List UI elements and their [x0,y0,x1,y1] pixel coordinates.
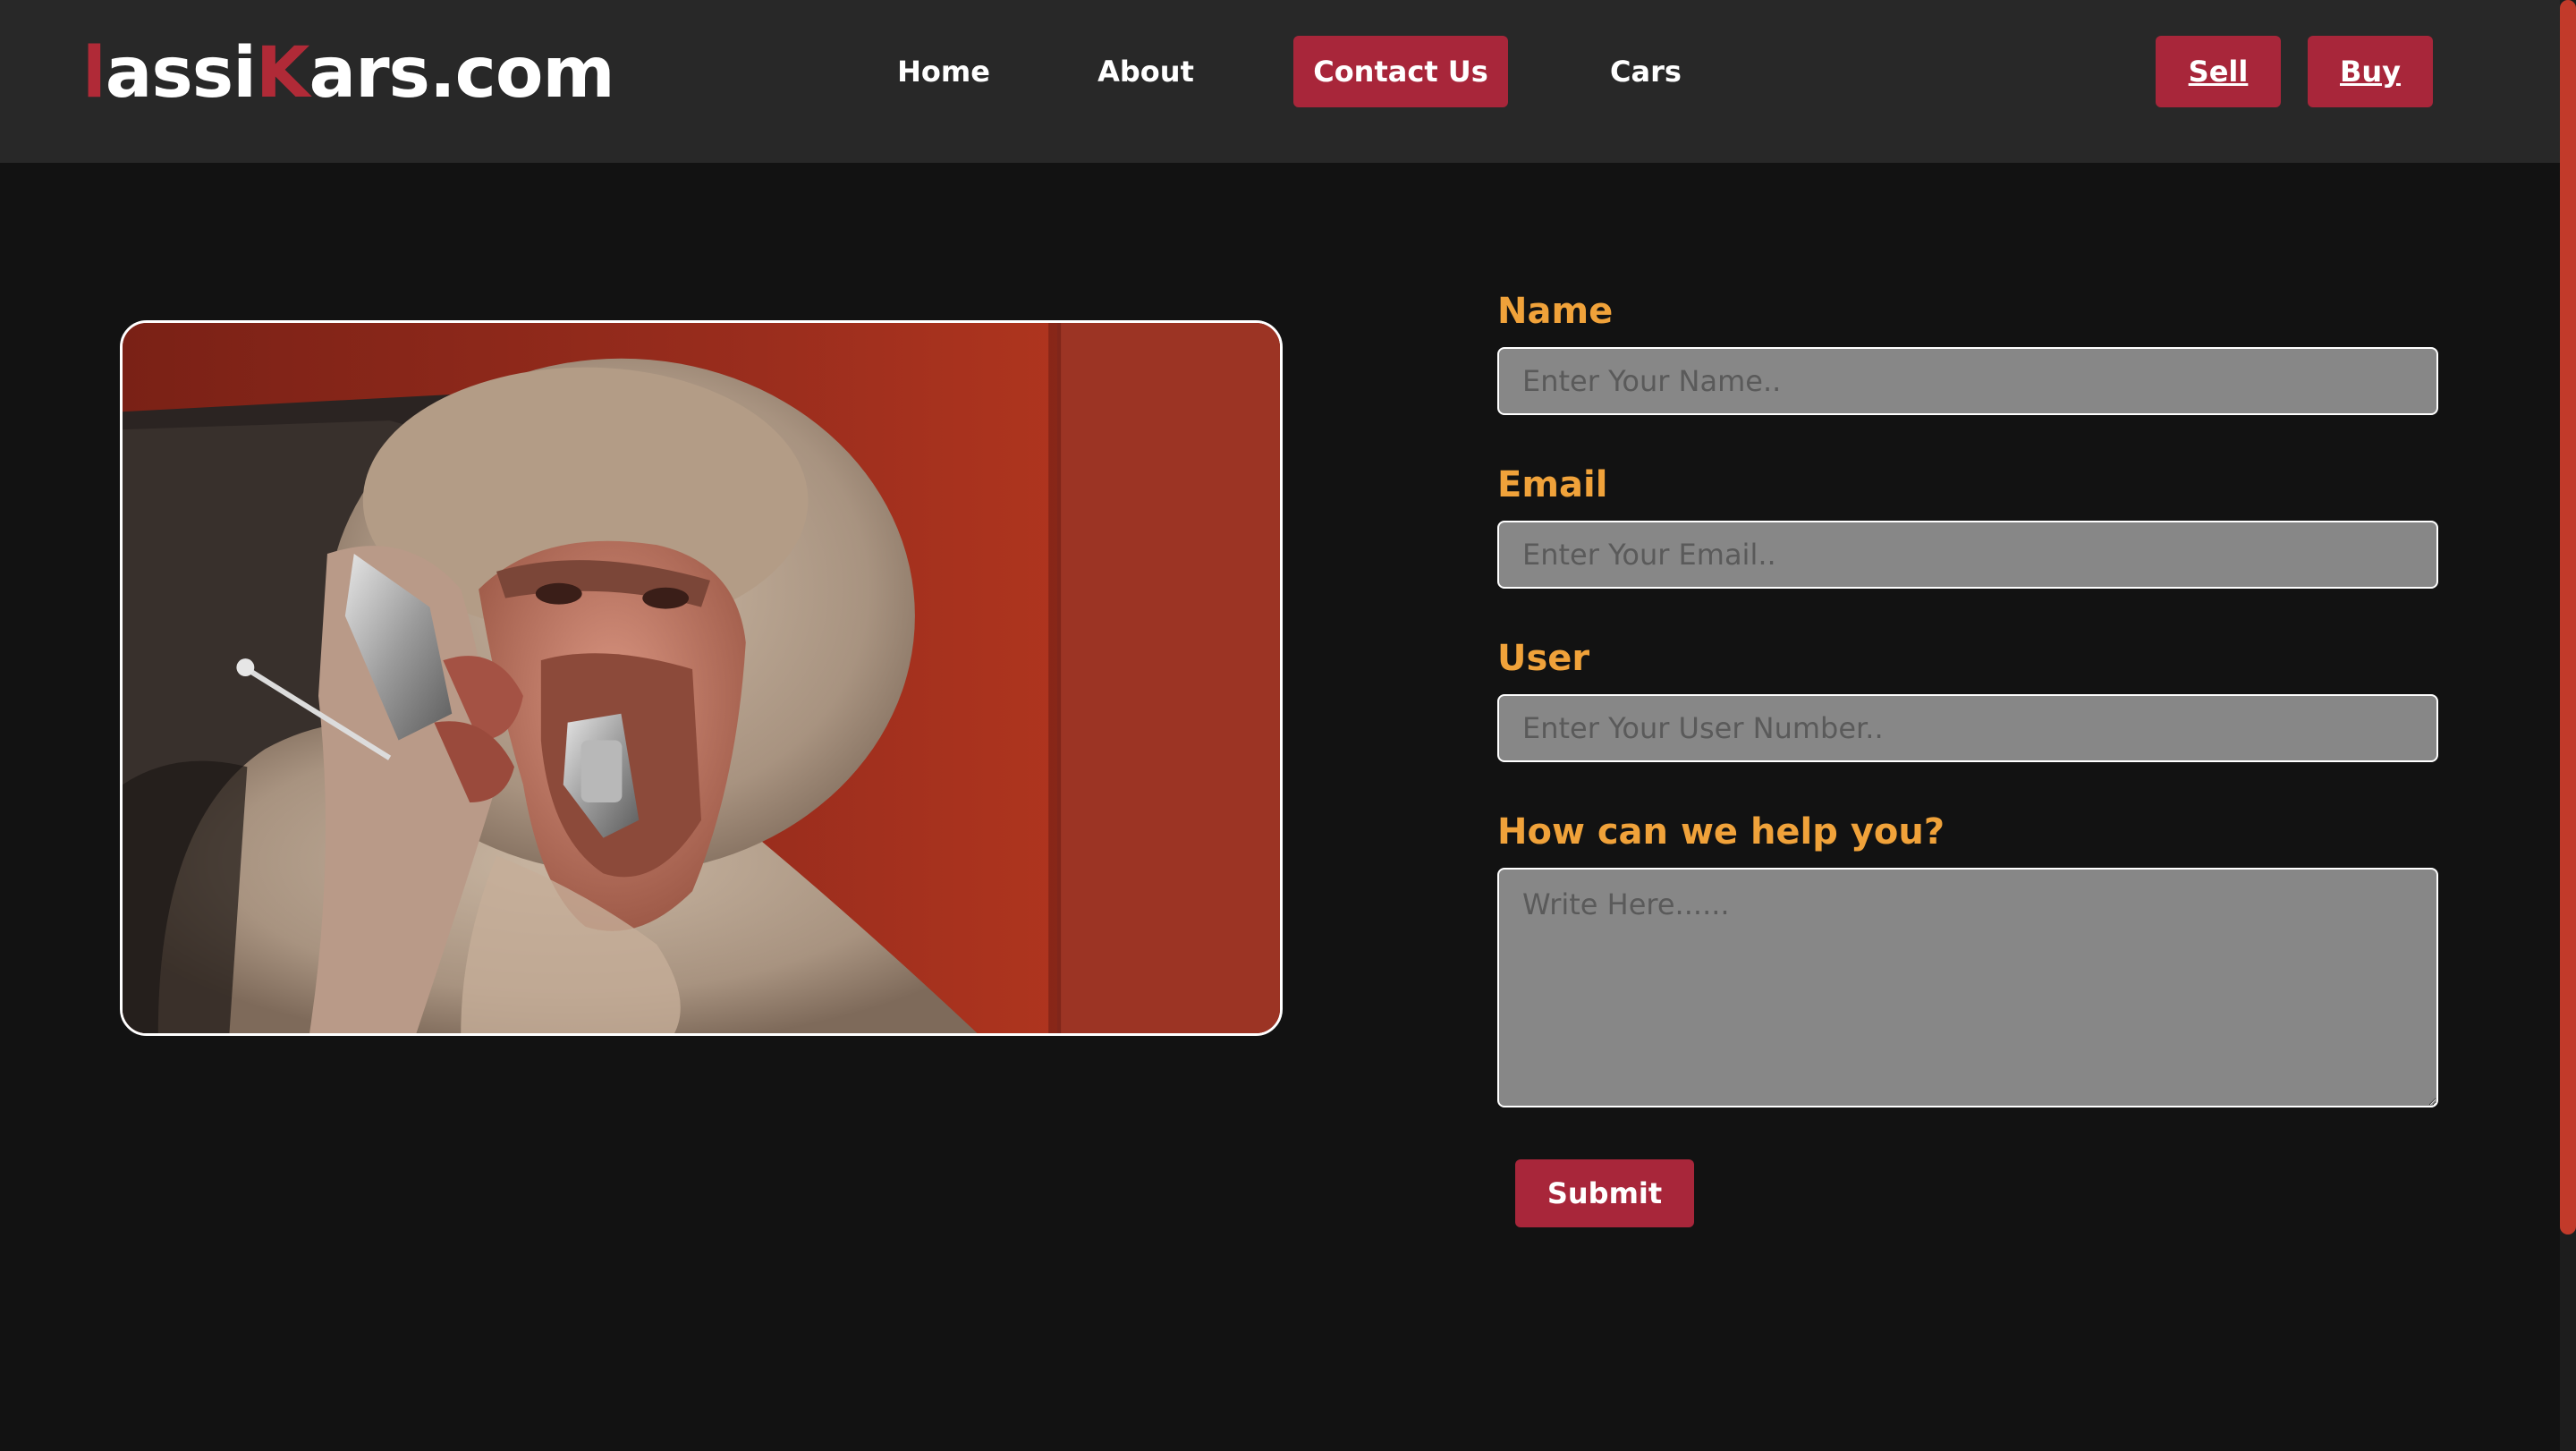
user-number-input[interactable] [1497,694,2438,762]
logo-letter-l: l [82,33,106,114]
nav-contact-link[interactable]: Contact Us [1293,36,1508,107]
nav-home-link[interactable]: Home [886,36,1002,107]
site-logo[interactable]: lassiKars.com [82,33,615,114]
email-input[interactable] [1497,521,2438,589]
page-scrollbar-thumb[interactable] [2560,0,2576,1235]
name-input[interactable] [1497,347,2438,415]
nav-about-link[interactable]: About [1089,36,1202,107]
page-scrollbar-track[interactable] [2560,0,2576,1451]
logo-letter-k: K [255,33,309,114]
logo-text-assi: assi [105,33,257,114]
contact-page: lassiKars.com Home About Contact Us Cars… [0,0,2576,1451]
help-label: How can we help you? [1497,811,1945,853]
sell-button[interactable]: Sell [2156,36,2281,107]
buy-button[interactable]: Buy [2308,36,2433,107]
name-label: Name [1497,291,1614,332]
email-label: Email [1497,464,1608,505]
logo-text-ars: ars.com [309,33,614,114]
help-message-textarea[interactable] [1497,868,2438,1107]
nav-cars-link[interactable]: Cars [1601,36,1690,107]
submit-button[interactable]: Submit [1515,1159,1694,1227]
user-label: User [1497,638,1590,679]
baboon-phone-illustration [123,323,1280,1033]
navbar: lassiKars.com Home About Contact Us Cars… [0,0,2560,163]
contact-hero-image [120,320,1283,1036]
